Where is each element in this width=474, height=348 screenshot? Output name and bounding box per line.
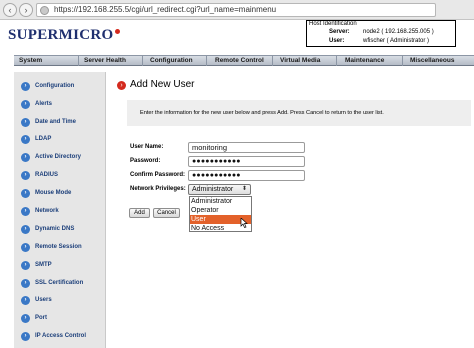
network-privileges-label: Network Privileges: — [130, 186, 186, 192]
confirm-password-label: Confirm Password: — [130, 172, 186, 178]
menu-miscellaneous[interactable]: Miscellaneous — [410, 57, 454, 64]
cancel-button[interactable]: Cancel — [153, 208, 180, 218]
arrow-right-icon: › — [21, 189, 30, 198]
username-input[interactable]: monitoring — [188, 142, 305, 153]
forward-icon[interactable]: › — [19, 3, 33, 17]
arrow-right-icon: › — [21, 314, 30, 323]
arrow-right-icon: › — [21, 261, 30, 270]
top-menu: System Server Health Configuration Remot… — [14, 55, 474, 66]
back-icon[interactable]: ‹ — [3, 3, 17, 17]
info-text: Enter the information for the new user b… — [140, 110, 384, 116]
username-label: User Name: — [130, 144, 164, 150]
arrow-right-icon: › — [21, 243, 30, 252]
mouse-cursor-icon — [240, 218, 248, 228]
host-identification-title: Host Identification — [309, 21, 357, 27]
arrow-right-icon: › — [21, 225, 30, 234]
arrow-right-icon: › — [21, 296, 30, 305]
server-value: node2 ( 192.168.255.005 ) — [363, 29, 434, 35]
chevron-down-icon: ⬍ — [241, 186, 247, 192]
option-administrator[interactable]: Administrator — [190, 197, 251, 206]
arrow-right-icon: › — [21, 118, 30, 127]
menu-divider — [336, 56, 337, 66]
supermicro-logo: SUPERMICRO — [8, 27, 120, 44]
arrow-right-icon: › — [21, 279, 30, 288]
menu-remote-control[interactable]: Remote Control — [215, 57, 264, 64]
password-input[interactable]: ●●●●●●●●●●● — [188, 156, 305, 167]
arrow-right-icon: › — [21, 153, 30, 162]
arrow-right-icon: › — [117, 81, 126, 90]
menu-divider — [206, 56, 207, 66]
menu-maintenance[interactable]: Maintenance — [345, 57, 384, 64]
arrow-right-icon: › — [21, 100, 30, 109]
arrow-right-icon: › — [21, 135, 30, 144]
arrow-right-icon: › — [21, 171, 30, 180]
page-title: Add New User — [130, 79, 195, 90]
menu-system[interactable]: System — [19, 57, 42, 64]
host-identification-box: Host Identification Server: node2 ( 192.… — [306, 20, 456, 47]
server-label: Server: — [329, 29, 350, 35]
menu-divider — [78, 56, 79, 66]
menu-divider — [272, 56, 273, 66]
address-input[interactable]: https://192.168.255.5/cgi/url_redirect.c… — [36, 3, 436, 17]
confirm-password-input[interactable]: ●●●●●●●●●●● — [188, 170, 305, 181]
network-privileges-select[interactable]: Administrator ⬍ — [188, 184, 251, 195]
menu-divider — [402, 56, 403, 66]
password-label: Password: — [130, 158, 161, 164]
arrow-right-icon: › — [21, 82, 30, 91]
sidebar: › Configuration › Alerts › Date and Time › L… — [14, 72, 106, 348]
add-button[interactable]: Add — [129, 208, 150, 218]
url-text: https://192.168.255.5/cgi/url_redirect.c… — [54, 5, 277, 14]
form-panel — [127, 100, 471, 348]
arrow-right-icon: › — [21, 207, 30, 216]
user-value: wfischer ( Administrator ) — [363, 38, 430, 44]
menu-virtual-media[interactable]: Virtual Media — [280, 57, 320, 64]
menu-configuration[interactable]: Configuration — [150, 57, 193, 64]
menu-server-health[interactable]: Server Health — [84, 57, 126, 64]
arrow-right-icon: › — [21, 332, 30, 341]
user-label: User: — [329, 38, 345, 44]
option-operator[interactable]: Operator — [190, 206, 251, 215]
browser-url-bar: ‹ › https://192.168.255.5/cgi/url_redire… — [0, 0, 474, 20]
site-icon — [40, 6, 49, 15]
network-privileges-value: Administrator — [192, 186, 234, 193]
menu-divider — [142, 56, 143, 66]
